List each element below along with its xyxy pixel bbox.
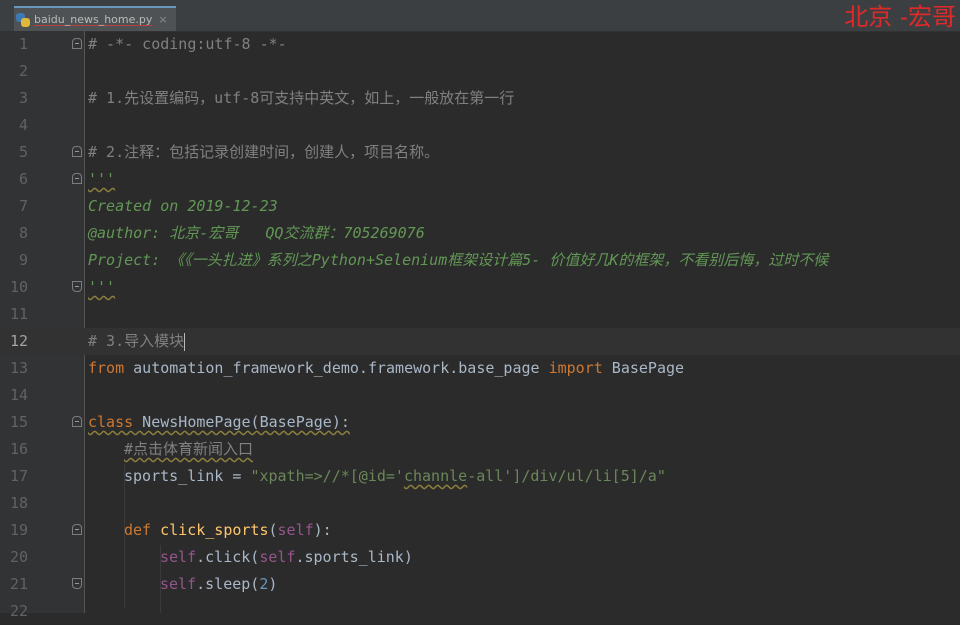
keyword-class: class bbox=[88, 413, 134, 431]
line-number: 6 bbox=[18, 170, 28, 188]
code-text: # 2.注释：包括记录创建时间，创建人，项目名称。 bbox=[88, 143, 440, 161]
line-number: 11 bbox=[9, 305, 28, 323]
line-number: 18 bbox=[9, 494, 28, 512]
paren-close: ): bbox=[313, 521, 332, 539]
string-literal-typo: channle bbox=[403, 467, 468, 485]
line-number: 16 bbox=[9, 440, 28, 458]
code-line-14: 14 bbox=[0, 382, 960, 409]
line-number: 12 bbox=[9, 332, 28, 350]
fold-marker-icon[interactable] bbox=[72, 38, 82, 49]
code-line-12-current: 12 # 3.导入模块 bbox=[0, 328, 960, 355]
code-text: ''' bbox=[88, 278, 116, 296]
line-number: 22 bbox=[9, 602, 28, 620]
code-line-3: 3 # 1.先设置编码，utf-8可支持中英文，如上，一般放在第一行 bbox=[0, 85, 960, 112]
code-line-1: 1 # -*- coding:utf-8 -*- bbox=[0, 31, 960, 58]
line-number: 21 bbox=[9, 575, 28, 593]
line-number: 3 bbox=[18, 89, 28, 107]
string-literal: -all']/div/ul/li[5]/a" bbox=[467, 467, 666, 485]
method-call: .sleep( bbox=[196, 575, 260, 593]
keyword-from: from bbox=[88, 359, 125, 377]
line-number: 19 bbox=[9, 521, 28, 539]
file-tab-label: baidu_news_home.py bbox=[34, 13, 153, 26]
code-text: class NewsHomePage(BasePage): bbox=[88, 409, 350, 436]
code-line-9: 9 Project: 《《一头扎进》系列之Python+Selenium框架设计… bbox=[0, 247, 960, 274]
fold-marker-icon[interactable] bbox=[72, 173, 82, 184]
code-text: self.sleep(2) bbox=[160, 571, 277, 598]
string-literal: "xpath=>//*[@id=' bbox=[250, 467, 404, 485]
code-text: Project: 《《一头扎进》系列之Python+Selenium框架设计篇5… bbox=[88, 251, 829, 269]
line-number: 4 bbox=[18, 116, 28, 134]
paren-open: ( bbox=[268, 521, 278, 539]
code-text: Created on 2019-12-23 bbox=[88, 197, 278, 215]
code-line-8: 8 @author: 北京-宏哥 QQ交流群：705269076 bbox=[0, 220, 960, 247]
class-declaration: NewsHomePage(BasePage): bbox=[133, 413, 350, 431]
code-text: def click_sports(self): bbox=[124, 517, 332, 544]
code-line-6: 6 ''' bbox=[0, 166, 960, 193]
fold-marker-icon[interactable] bbox=[72, 281, 82, 292]
code-text: from automation_framework_demo.framework… bbox=[88, 355, 684, 382]
line-number: 15 bbox=[9, 413, 28, 431]
self-param: self bbox=[277, 521, 314, 539]
assignment-lhs: sports_link = bbox=[124, 467, 251, 485]
code-text: #点击体育新闻入口 bbox=[124, 440, 254, 458]
editor-tab-bar: baidu_news_home.py × bbox=[0, 0, 960, 32]
code-line-19: 19 def click_sports(self): bbox=[0, 517, 960, 544]
line-number: 14 bbox=[9, 386, 28, 404]
line-number: 7 bbox=[18, 197, 28, 215]
code-line-5: 5 # 2.注释：包括记录创建时间，创建人，项目名称。 bbox=[0, 139, 960, 166]
code-text: # 3.导入模块 bbox=[88, 328, 186, 355]
close-tab-icon[interactable]: × bbox=[158, 13, 167, 26]
code-text: @author: 北京-宏哥 QQ交流群：705269076 bbox=[88, 224, 425, 242]
python-file-icon bbox=[16, 12, 30, 27]
code-line-4: 4 bbox=[0, 112, 960, 139]
code-line-10: 10 ''' bbox=[0, 274, 960, 301]
fold-marker-icon[interactable] bbox=[72, 578, 82, 589]
keyword-def: def bbox=[124, 521, 152, 539]
line-number: 10 bbox=[9, 278, 28, 296]
code-line-16: 16 #点击体育新闻入口 bbox=[0, 436, 960, 463]
line-number: 2 bbox=[18, 62, 28, 80]
code-text: # 1.先设置编码，utf-8可支持中英文，如上，一般放在第一行 bbox=[88, 89, 515, 107]
imported-name: BasePage bbox=[602, 359, 685, 377]
code-line-11: 11 bbox=[0, 301, 960, 328]
method-call: .click( bbox=[196, 548, 260, 566]
code-line-13: 13 from automation_framework_demo.framew… bbox=[0, 355, 960, 382]
self-ref: self bbox=[259, 548, 296, 566]
line-number: 13 bbox=[9, 359, 28, 377]
line-number: 17 bbox=[9, 467, 28, 485]
self-ref: self bbox=[160, 548, 197, 566]
code-text: # -*- coding:utf-8 -*- bbox=[88, 35, 287, 53]
code-line-17: 17 sports_link = "xpath=>//*[@id='channl… bbox=[0, 463, 960, 490]
code-text: ''' bbox=[88, 170, 116, 188]
code-editor[interactable]: 1 # -*- coding:utf-8 -*- 2 3 # 1.先设置编码，u… bbox=[0, 31, 960, 620]
code-line-7: 7 Created on 2019-12-23 bbox=[0, 193, 960, 220]
line-number: 8 bbox=[18, 224, 28, 242]
fold-marker-icon[interactable] bbox=[72, 146, 82, 157]
line-number: 5 bbox=[18, 143, 28, 161]
watermark: 北京 -宏哥 bbox=[844, 3, 956, 31]
code-line-21: 21 self.sleep(2) bbox=[0, 571, 960, 598]
code-text: self.click(self.sports_link) bbox=[160, 544, 413, 571]
text-caret bbox=[184, 332, 186, 351]
comment-text: # 3.导入模块 bbox=[88, 332, 185, 350]
keyword-import: import bbox=[548, 359, 603, 377]
code-line-18: 18 bbox=[0, 490, 960, 517]
function-name: click_sports bbox=[160, 521, 269, 539]
code-line-15: 15 class NewsHomePage(BasePage): bbox=[0, 409, 960, 436]
call-close: ) bbox=[268, 575, 278, 593]
line-number: 1 bbox=[18, 35, 28, 53]
code-line-20: 20 self.click(self.sports_link) bbox=[0, 544, 960, 571]
code-text: sports_link = "xpath=>//*[@id='channle-a… bbox=[124, 463, 666, 490]
self-ref: self bbox=[160, 575, 197, 593]
module-path: automation_framework_demo.framework.base… bbox=[124, 359, 549, 377]
fold-marker-icon[interactable] bbox=[72, 416, 82, 427]
code-line-2: 2 bbox=[0, 58, 960, 85]
line-number: 20 bbox=[9, 548, 28, 566]
call-args: .sports_link) bbox=[295, 548, 413, 566]
file-tab[interactable]: baidu_news_home.py × bbox=[14, 6, 176, 31]
fold-marker-icon[interactable] bbox=[72, 524, 82, 535]
line-number: 9 bbox=[18, 251, 28, 269]
code-line-22: 22 bbox=[0, 598, 960, 625]
